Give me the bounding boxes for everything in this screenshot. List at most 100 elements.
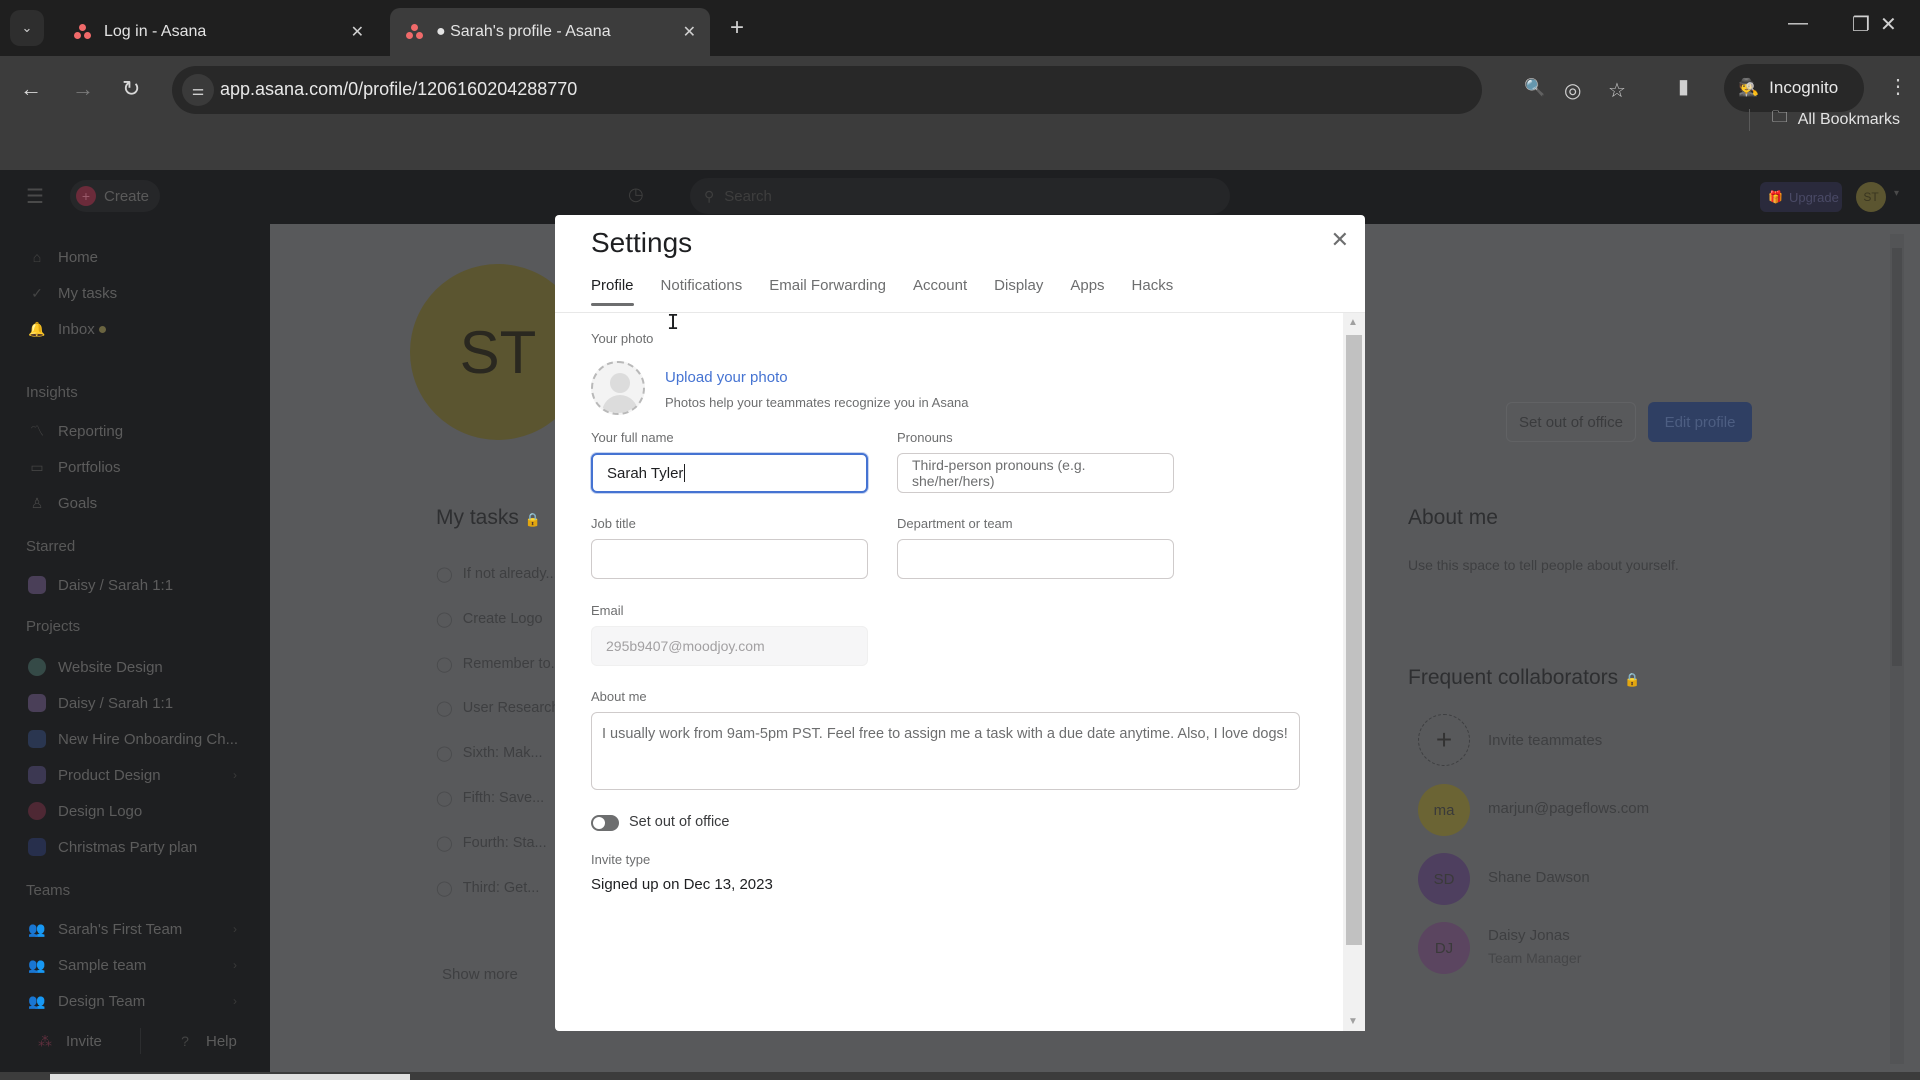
close-window-button[interactable]: ✕ <box>1880 12 1897 37</box>
horizontal-scroll-thumb[interactable] <box>50 1074 410 1080</box>
collaborator-avatar[interactable]: DJ <box>1418 922 1470 974</box>
invite-teammates-icon[interactable]: + <box>1418 714 1470 766</box>
sidebar-team-item[interactable]: 👥 Design Team › <box>28 990 237 1012</box>
invite-button[interactable]: ⁂ Invite <box>36 1030 102 1052</box>
url-text[interactable]: app.asana.com/0/profile/1206160204288770 <box>220 79 577 100</box>
search-input[interactable]: ⚲ Search <box>690 178 1230 214</box>
sidebar-project-item[interactable]: Daisy / Sarah 1:1 <box>28 692 173 714</box>
chevron-right-icon[interactable]: › <box>233 768 237 782</box>
tab-search-button[interactable]: ⌄ <box>10 10 44 46</box>
tab-apps[interactable]: Apps <box>1070 277 1104 306</box>
scrollbar-thumb[interactable] <box>1346 335 1362 945</box>
tab-account[interactable]: Account <box>913 277 967 306</box>
collaborator-name[interactable]: Daisy Jonas <box>1488 927 1570 944</box>
task-complete-icon[interactable]: ◯ <box>436 655 453 673</box>
scroll-down-icon[interactable]: ▼ <box>1348 1016 1358 1027</box>
tab-display[interactable]: Display <box>994 277 1043 306</box>
address-bar[interactable]: ⚌ app.asana.com/0/profile/12061602042887… <box>172 66 1626 114</box>
sidebar-item-goals[interactable]: ♙ Goals <box>28 492 97 514</box>
sidebar-starred-item[interactable]: Daisy / Sarah 1:1 <box>28 574 173 596</box>
browser-tab-profile[interactable]: ● Sarah's profile - Asana ✕ <box>390 8 710 56</box>
collaborator-name[interactable]: marjun@pageflows.com <box>1488 800 1649 817</box>
task-row[interactable]: ◯ Create Logo <box>436 610 556 628</box>
sidebar-project-item[interactable]: Christmas Party plan <box>28 836 197 858</box>
sidebar-project-item[interactable]: New Hire Onboarding Ch... <box>28 728 238 750</box>
task-complete-icon[interactable]: ◯ <box>436 699 453 717</box>
task-row[interactable]: ◯ If not already... <box>436 565 556 583</box>
close-tab-icon[interactable]: ✕ <box>351 22 364 42</box>
department-input[interactable] <box>897 539 1174 579</box>
settings-scrollbar[interactable]: ▲ ▼ <box>1343 313 1365 1031</box>
browser-tab-login[interactable]: Log in - Asana ✕ <box>58 8 378 56</box>
sidebar-item-inbox[interactable]: 🔔 Inbox <box>28 318 106 340</box>
task-row[interactable]: ◯ Fourth: Sta... <box>436 834 556 852</box>
task-complete-icon[interactable]: ◯ <box>436 879 453 897</box>
minimize-window-button[interactable]: — <box>1788 12 1808 35</box>
sidebar-item-reporting[interactable]: 〽 Reporting <box>28 420 123 442</box>
about-me-placeholder[interactable]: Use this space to tell people about your… <box>1408 557 1679 573</box>
browser-menu-icon[interactable]: ⋮ <box>1888 74 1908 99</box>
new-tab-button[interactable]: + <box>730 14 744 42</box>
help-button[interactable]: ? Help <box>176 1030 237 1052</box>
forward-button[interactable]: → <box>72 76 94 102</box>
about-me-textarea[interactable]: I usually work from 9am-5pm PST. Feel fr… <box>591 712 1300 790</box>
task-row[interactable]: ◯ Fifth: Save... <box>436 789 556 807</box>
collaborator-avatar[interactable]: SD <box>1418 853 1470 905</box>
sidebar-project-item[interactable]: Design Logo <box>28 800 142 822</box>
all-bookmarks-button[interactable]: 🗀 All Bookmarks <box>1748 106 1900 133</box>
sidebar-item-portfolios[interactable]: ▭ Portfolios <box>28 456 120 478</box>
chevron-right-icon[interactable]: › <box>233 922 237 936</box>
create-button[interactable]: + Create <box>70 180 160 212</box>
out-of-office-toggle[interactable] <box>591 815 619 831</box>
job-title-input[interactable] <box>591 539 868 579</box>
show-more-link[interactable]: Show more <box>442 966 518 983</box>
pronouns-input[interactable]: Third-person pronouns (e.g. she/her/hers… <box>897 453 1174 493</box>
chevron-down-icon[interactable]: ▾ <box>1894 188 1899 199</box>
tab-email-forwarding[interactable]: Email Forwarding <box>769 277 886 306</box>
scroll-up-icon[interactable]: ▲ <box>1348 317 1358 328</box>
chevron-right-icon[interactable]: › <box>233 994 237 1008</box>
eye-off-icon[interactable]: ◎ <box>1564 78 1581 103</box>
invite-teammates-link[interactable]: Invite teammates <box>1488 732 1602 749</box>
upload-photo-link[interactable]: Upload your photo <box>665 369 788 386</box>
page-scrollbar[interactable] <box>1890 234 1904 1064</box>
zoom-icon[interactable]: 🔍 <box>1524 78 1545 98</box>
incognito-indicator[interactable]: 🕵 Incognito <box>1724 64 1864 112</box>
sidebar-item-my-tasks[interactable]: ✓ My tasks <box>28 282 117 304</box>
restore-window-button[interactable]: ❐ <box>1852 12 1870 37</box>
task-complete-icon[interactable]: ◯ <box>436 834 453 852</box>
close-tab-icon[interactable]: ✕ <box>683 22 696 42</box>
task-row[interactable]: ◯ Third: Get... <box>436 879 556 897</box>
upgrade-button[interactable]: 🎁 Upgrade <box>1760 182 1842 212</box>
bookmark-star-icon[interactable]: ☆ <box>1608 78 1626 103</box>
chevron-right-icon[interactable]: › <box>233 958 237 972</box>
task-complete-icon[interactable]: ◯ <box>436 610 453 628</box>
full-name-input[interactable]: Sarah Tyler <box>591 453 868 493</box>
back-button[interactable]: ← <box>20 76 42 102</box>
task-row[interactable]: ◯ User Research <box>436 699 556 717</box>
task-complete-icon[interactable]: ◯ <box>436 789 453 807</box>
hamburger-menu-icon[interactable]: ☰ <box>26 184 44 209</box>
edit-profile-button[interactable]: Edit profile <box>1648 402 1752 442</box>
sidebar-team-item[interactable]: 👥 Sample team › <box>28 954 237 976</box>
task-row[interactable]: ◯ Sixth: Mak... <box>436 744 556 762</box>
sidebar-project-item[interactable]: Product Design › <box>28 764 237 786</box>
photo-placeholder-avatar[interactable] <box>591 361 645 415</box>
user-avatar[interactable]: ST <box>1856 182 1886 212</box>
history-icon[interactable]: ◷ <box>628 184 644 205</box>
tab-hacks[interactable]: Hacks <box>1132 277 1174 306</box>
sidebar-item-home[interactable]: ⌂ Home <box>28 246 98 268</box>
side-panel-icon[interactable]: ▮ <box>1678 74 1689 99</box>
collaborator-name[interactable]: Shane Dawson <box>1488 869 1590 886</box>
task-row[interactable]: ◯ Remember to... <box>436 655 556 673</box>
tab-profile[interactable]: Profile <box>591 277 634 306</box>
task-complete-icon[interactable]: ◯ <box>436 565 453 583</box>
task-complete-icon[interactable]: ◯ <box>436 744 453 762</box>
reload-button[interactable]: ↻ <box>122 76 140 102</box>
scrollbar-thumb[interactable] <box>1892 248 1902 666</box>
collaborator-avatar[interactable]: ma <box>1418 784 1470 836</box>
sidebar-project-item[interactable]: Website Design <box>28 656 163 678</box>
sidebar-team-item[interactable]: 👥 Sarah's First Team › <box>28 918 237 940</box>
tab-notifications[interactable]: Notifications <box>661 277 743 306</box>
set-out-of-office-button[interactable]: Set out of office <box>1506 402 1636 442</box>
